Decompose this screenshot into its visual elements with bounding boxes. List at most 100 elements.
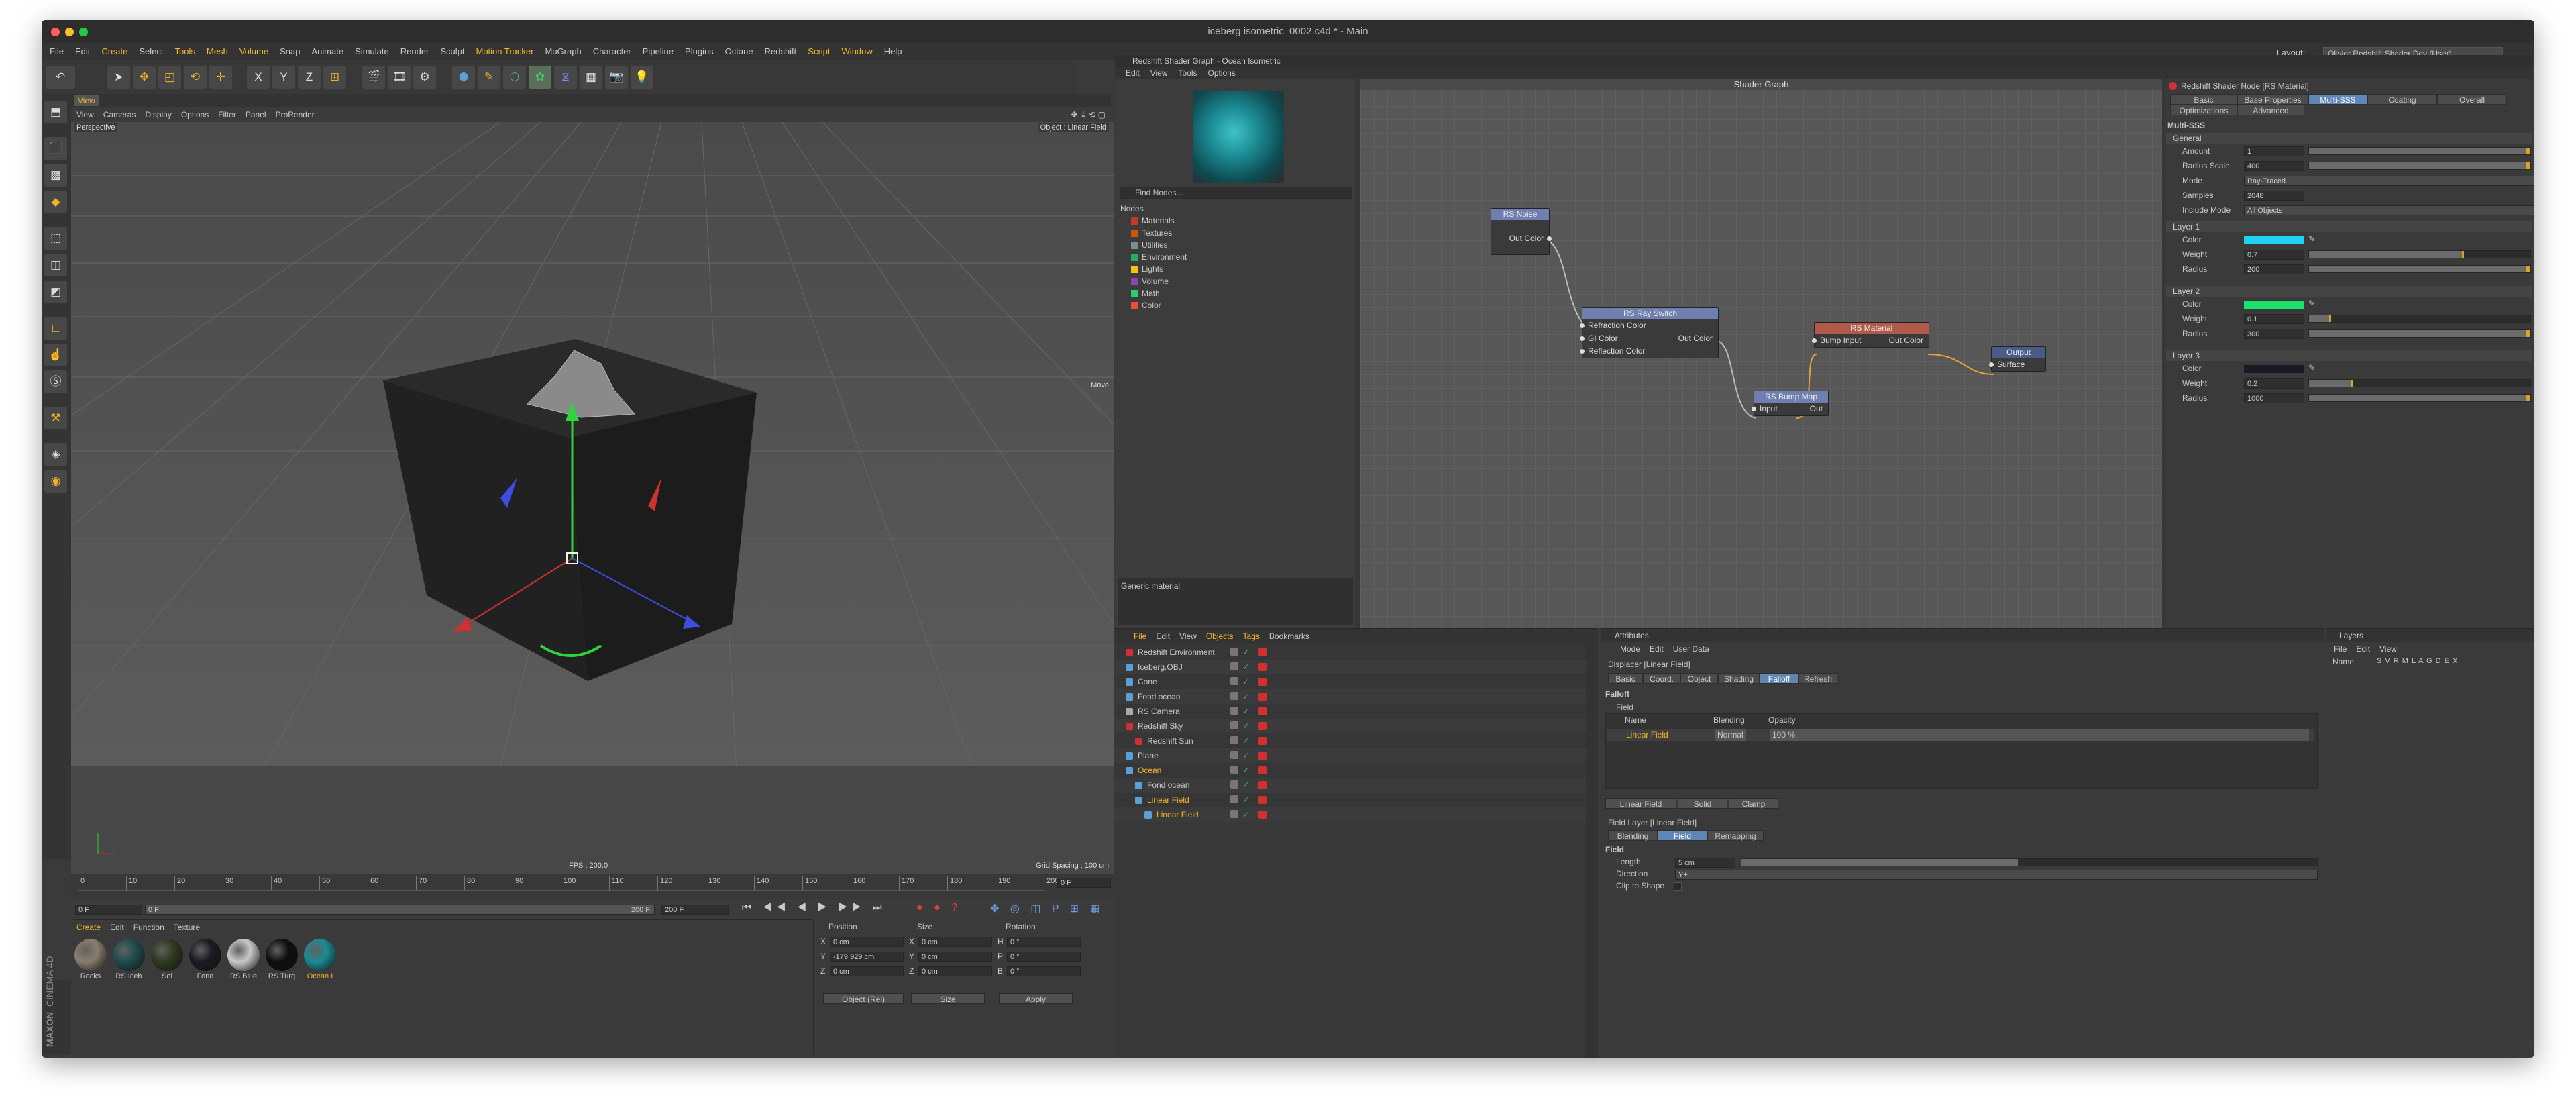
field-layer-tab-blending[interactable]: Blending: [1608, 830, 1658, 841]
node-category[interactable]: Textures: [1131, 228, 1172, 238]
viewport-menu-prorender[interactable]: ProRender: [276, 110, 315, 119]
material-menu-texture[interactable]: Texture: [174, 923, 200, 932]
menu-plugins[interactable]: Plugins: [685, 43, 714, 60]
light-icon[interactable]: 💡: [631, 66, 653, 89]
menu-animate[interactable]: Animate: [311, 43, 343, 60]
object-row[interactable]: Ocean ✓: [1115, 763, 1598, 778]
3d-viewport[interactable]: Perspective Object : Linear Field Move F…: [71, 122, 1114, 874]
object-row[interactable]: Linear Field ✓: [1115, 807, 1598, 822]
apply-button[interactable]: Apply: [999, 993, 1073, 1004]
radius-field[interactable]: 1000: [2244, 393, 2304, 403]
props-tab-multi-sss[interactable]: Multi-SSS: [2308, 94, 2367, 105]
weight-slider[interactable]: [2308, 379, 2531, 387]
cloner-icon[interactable]: ✿: [529, 66, 551, 89]
node-category[interactable]: Utilities: [1131, 240, 1168, 250]
menu-script[interactable]: Script: [808, 43, 830, 60]
coord-value-field[interactable]: 0 °: [1007, 937, 1081, 947]
menu-volume[interactable]: Volume: [239, 43, 268, 60]
object-menu-objects[interactable]: Objects: [1206, 631, 1234, 641]
rs-noise-node[interactable]: RS Noise Out Color: [1491, 208, 1552, 255]
object-row[interactable]: Plane ✓: [1115, 748, 1598, 763]
eyedropper-icon[interactable]: ✎: [2308, 299, 2315, 308]
field-layer-tab-remapping[interactable]: Remapping: [1707, 830, 1764, 841]
object-row[interactable]: Linear Field ✓: [1115, 793, 1598, 807]
field-button-clamp[interactable]: Clamp: [1729, 798, 1778, 809]
points-mode-icon[interactable]: ⬚: [44, 227, 67, 250]
coord-value-field[interactable]: -179.929 cm: [830, 952, 904, 962]
object-row[interactable]: Iceberg.OBJ ✓: [1115, 660, 1598, 674]
node-category[interactable]: Lights: [1131, 264, 1163, 274]
viewport-tab[interactable]: View: [74, 95, 99, 106]
material-swatch[interactable]: Fond: [187, 939, 223, 980]
node-category[interactable]: Color: [1131, 301, 1161, 310]
sg-menu-view[interactable]: View: [1150, 68, 1168, 78]
viewport-nav-icons[interactable]: ✥ ⇣ ⟲ ▢: [1071, 110, 1106, 119]
attr-tab-basic[interactable]: Basic: [1608, 673, 1643, 684]
rs-bump-map-node[interactable]: RS Bump Map Input Out: [1752, 391, 1829, 416]
object-row[interactable]: Fond ocean ✓: [1115, 689, 1598, 704]
camera-icon[interactable]: 📷: [605, 66, 628, 89]
polygons-mode-icon[interactable]: ◩: [44, 281, 67, 303]
coordinate-system-icon[interactable]: ⊞: [323, 66, 346, 89]
attributes-menu-mode[interactable]: Mode: [1620, 644, 1640, 654]
material-menu-create[interactable]: Create: [76, 923, 101, 932]
shader-graph-canvas[interactable]: Shader Graph RS Noise Out Color RS Ray S…: [1360, 79, 2162, 628]
material-menu-edit[interactable]: Edit: [110, 923, 124, 932]
radius-slider[interactable]: [2308, 394, 2531, 402]
find-nodes-input[interactable]: Find Nodes...: [1120, 187, 1352, 199]
menu-pipeline[interactable]: Pipeline: [643, 43, 674, 60]
coord-mode-dropdown[interactable]: Object (Rel): [823, 993, 904, 1004]
coord-value-field[interactable]: 0 cm: [830, 937, 904, 947]
radius-field[interactable]: 200: [2244, 264, 2304, 274]
material-swatch[interactable]: Rocks: [72, 939, 109, 980]
menu-octane[interactable]: Octane: [725, 43, 753, 60]
object-row[interactable]: Redshift Sun ✓: [1115, 733, 1598, 748]
current-frame-field[interactable]: 0 F: [1057, 878, 1111, 888]
menu-file[interactable]: File: [50, 43, 64, 60]
playback-controls[interactable]: ⏮ ◀◀ ◀ ▶ ▶▶ ⏭: [742, 902, 886, 914]
node-category[interactable]: Math: [1131, 289, 1160, 298]
axis-mode-icon[interactable]: ∟: [44, 317, 67, 340]
object-menu-bookmarks[interactable]: Bookmarks: [1269, 631, 1309, 641]
node-category[interactable]: Volume: [1131, 276, 1169, 286]
field-list-row[interactable]: Linear Field Normal 100 %: [1607, 729, 2314, 741]
prop-value-field[interactable]: 2048: [2244, 191, 2304, 201]
props-tab-coating[interactable]: Coating: [2367, 94, 2437, 105]
field-button-solid[interactable]: Solid: [1678, 798, 1727, 809]
menu-create[interactable]: Create: [101, 43, 127, 60]
cube-primitive-icon[interactable]: ⬢: [452, 66, 475, 89]
menu-sculpt[interactable]: Sculpt: [440, 43, 464, 60]
weight-slider[interactable]: [2308, 315, 2531, 323]
field-row-blend[interactable]: Normal: [1715, 729, 1746, 741]
solo-icon[interactable]: ◈: [44, 443, 67, 466]
attributes-menu-edit[interactable]: Edit: [1650, 644, 1664, 654]
x-axis-lock-button[interactable]: X: [247, 66, 270, 89]
radius-slider[interactable]: [2308, 329, 2531, 338]
prop-value-field[interactable]: 400: [2244, 161, 2304, 171]
attr-tab-shading[interactable]: Shading: [1718, 673, 1760, 684]
sss-layer-section[interactable]: Layer 2: [2166, 286, 2532, 297]
menu-redshift[interactable]: Redshift: [765, 43, 797, 60]
eyedropper-icon[interactable]: ✎: [2308, 234, 2315, 244]
layers-menu-file[interactable]: File: [2334, 644, 2347, 654]
output-node[interactable]: Output Surface: [1989, 346, 2046, 372]
general-section[interactable]: General: [2166, 133, 2532, 144]
tweak-mode-icon[interactable]: ☝: [44, 344, 67, 366]
layers-menu-edit[interactable]: Edit: [2356, 644, 2370, 654]
object-row[interactable]: RS Camera ✓: [1115, 704, 1598, 719]
locked-workplane-icon[interactable]: ⚒: [44, 407, 67, 429]
prop-value-field[interactable]: 1: [2244, 146, 2304, 156]
layer-color-swatch[interactable]: [2244, 236, 2304, 244]
node-category[interactable]: Materials: [1131, 216, 1175, 225]
object-menu-tags[interactable]: Tags: [1243, 631, 1260, 641]
props-tab-advanced[interactable]: Advanced: [2237, 105, 2304, 115]
object-menu-edit[interactable]: Edit: [1156, 631, 1170, 641]
attr-tab-refresh[interactable]: Refresh: [1799, 673, 1837, 684]
snap-icon[interactable]: Ⓢ: [44, 370, 67, 393]
layer-color-swatch[interactable]: [2244, 365, 2304, 373]
model-mode-icon[interactable]: ⬛: [44, 137, 67, 160]
weight-field[interactable]: 0.7: [2244, 250, 2304, 260]
viewport-menu-cameras[interactable]: Cameras: [103, 110, 136, 119]
field-row-opacity[interactable]: 100 %: [1770, 729, 2309, 741]
frame-range-slider[interactable]: 0 F 200 F: [145, 905, 655, 915]
